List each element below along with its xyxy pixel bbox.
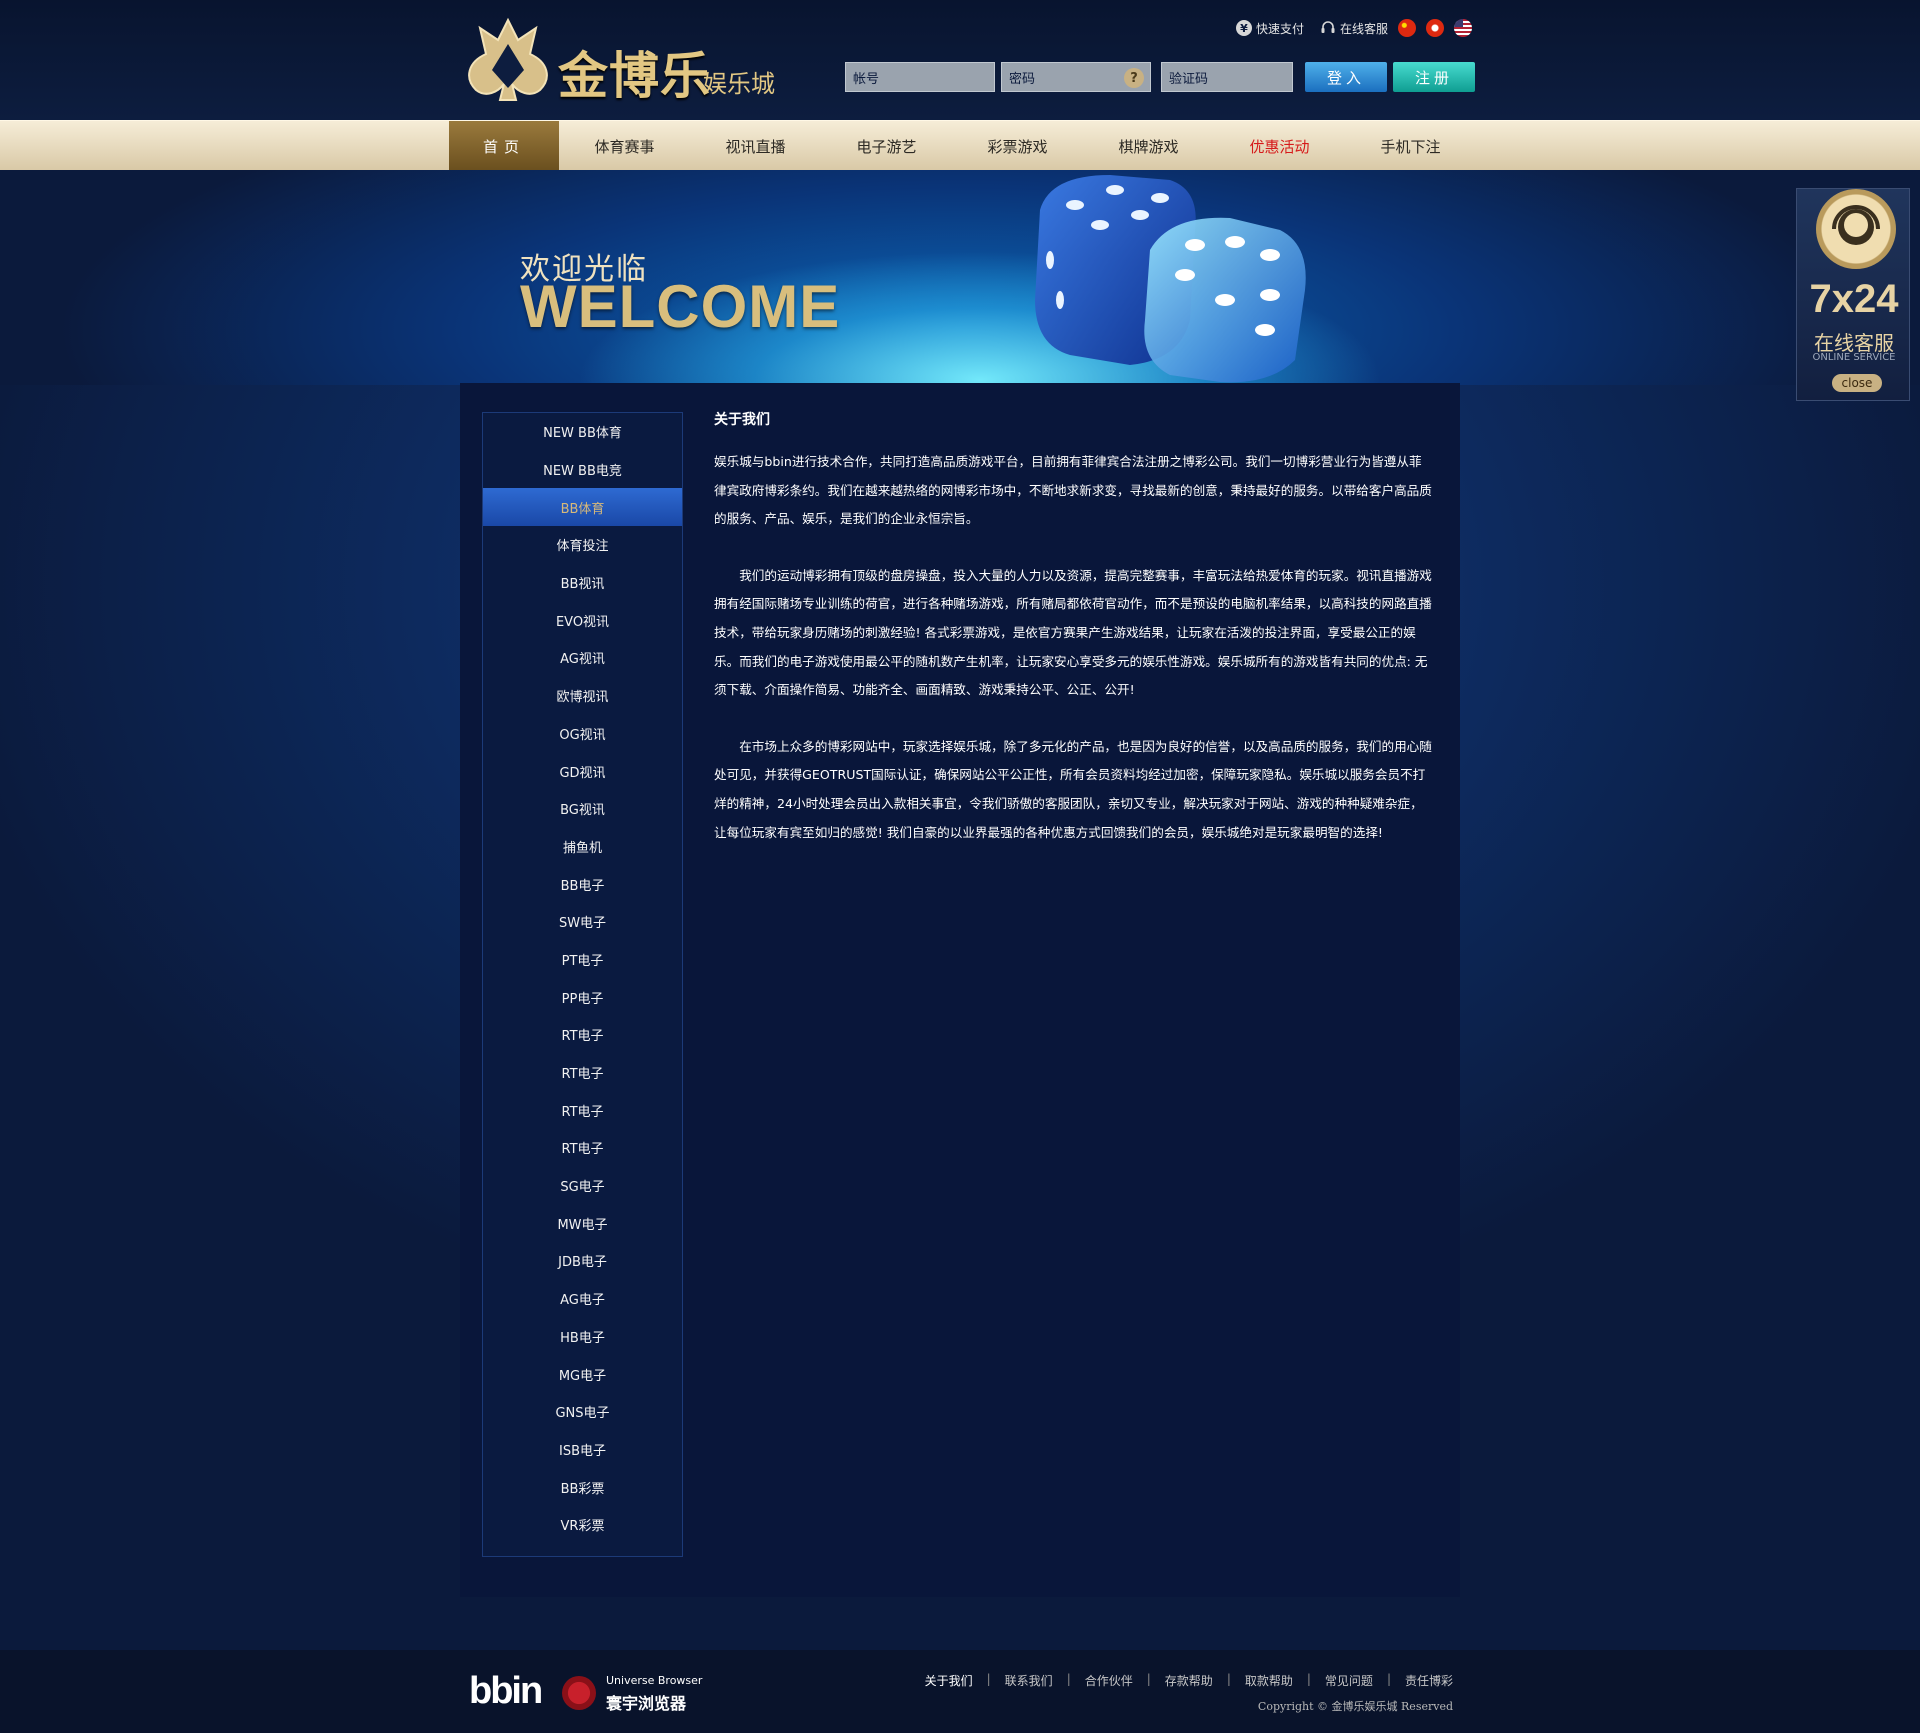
nav-board-games[interactable]: 棋牌游戏 (1083, 121, 1214, 171)
footer-link-about[interactable]: 关于我们 (925, 1672, 973, 1689)
logo-main-text: 金博乐 (558, 46, 711, 105)
footer-link-contact[interactable]: 联系我们 (1005, 1672, 1053, 1689)
sidebar-item[interactable]: EVO视讯 (483, 601, 682, 639)
account-input[interactable]: 帐号 (845, 62, 995, 92)
footer-links: 关于我们 | 联系我们 | 合作伙伴 | 存款帮助 | 取款帮助 | 常见问题 … (925, 1672, 1453, 1689)
sidebar-item[interactable]: SW电子 (483, 903, 682, 941)
captcha-placeholder: 验证码 (1169, 71, 1209, 87)
password-placeholder: 密码 (1009, 71, 1036, 87)
footer-link-partners[interactable]: 合作伙伴 (1085, 1672, 1133, 1689)
footer-link-faq[interactable]: 常见问题 (1325, 1672, 1373, 1689)
sidebar-item[interactable]: PT电子 (483, 941, 682, 979)
service-title-en: ONLINE SERVICE (1812, 352, 1896, 363)
sidebar-item[interactable]: OG视讯 (483, 715, 682, 753)
welcome-en-text: WELCOME (520, 273, 841, 340)
dice-image (1035, 175, 1306, 383)
sidebar-item[interactable]: RT电子 (483, 1129, 682, 1167)
site-header: 金博乐 娱乐城 ¥ 快速支付 在线客服 帐号 密码 ? 验证码 登入 注册 (0, 0, 1920, 120)
cn-flag-icon[interactable] (1398, 19, 1416, 37)
bbin-logo: bbin (469, 1670, 543, 1712)
main-nav: 首页 体育赛事 视讯直播 电子游艺 彩票游戏 棋牌游戏 优惠活动 手机下注 (0, 120, 1920, 171)
sidebar-item[interactable]: BB电子 (483, 865, 682, 903)
footer-link-deposit[interactable]: 存款帮助 (1165, 1672, 1213, 1689)
sidebar-item[interactable]: GNS电子 (483, 1393, 682, 1431)
sidebar-item[interactable]: NEW BB电竞 (483, 451, 682, 489)
nav-lottery[interactable]: 彩票游戏 (952, 121, 1083, 171)
nav-home[interactable]: 首页 (449, 121, 559, 171)
sidebar-item[interactable]: PP电子 (483, 978, 682, 1016)
site-logo[interactable]: 金博乐 娱乐城 (460, 14, 790, 106)
footer-link-responsible[interactable]: 责任博彩 (1405, 1672, 1453, 1689)
sidebar-item[interactable]: 欧博视讯 (483, 677, 682, 715)
about-paragraph-2: 我们的运动博彩拥有顶级的盘房操盘，投入大量的人力以及资源，提高完整赛事，丰富玩法… (714, 567, 1432, 698)
footer-link-withdraw[interactable]: 取款帮助 (1245, 1672, 1293, 1689)
about-content: 关于我们 娱乐城与bbin进行技术合作，共同打造高品质游戏平台，目前拥有菲律宾合… (714, 410, 1434, 875)
password-input[interactable]: 密码 ? (1001, 62, 1151, 92)
sidebar-item[interactable]: 体育投注 (483, 526, 682, 564)
sidebar-item[interactable]: GD视讯 (483, 752, 682, 790)
footer-separator: | (1226, 1672, 1231, 1686)
sidebar-item[interactable]: 捕鱼机 (483, 828, 682, 866)
universe-browser-icon[interactable] (562, 1676, 596, 1710)
spade-crown-icon (468, 17, 548, 101)
headset-icon (1321, 21, 1335, 33)
game-sidebar: NEW BB体育 NEW BB电竞 BB体育 体育投注 BB视讯 EVO视讯 A… (482, 412, 683, 1557)
page-title: 关于我们 (714, 412, 770, 428)
sidebar-item[interactable]: NEW BB体育 (483, 413, 682, 451)
nav-slots[interactable]: 电子游艺 (821, 121, 952, 171)
welcome-banner: 欢迎光临 WELCOME (0, 170, 1920, 385)
account-placeholder: 帐号 (853, 71, 880, 87)
universe-browser-en[interactable]: Universe Browser (606, 1674, 702, 1687)
sidebar-item[interactable]: VR彩票 (483, 1506, 682, 1544)
help-icon[interactable]: ? (1124, 68, 1144, 88)
login-button[interactable]: 登入 (1305, 62, 1387, 92)
sidebar-item[interactable]: BB视讯 (483, 564, 682, 602)
footer-separator: | (1306, 1672, 1311, 1686)
sidebar-item[interactable]: AG视讯 (483, 639, 682, 677)
sidebar-item[interactable]: MG电子 (483, 1355, 682, 1393)
footer-separator: | (1066, 1672, 1071, 1686)
quick-pay-link[interactable]: ¥ 快速支付 (1235, 20, 1304, 37)
yen-icon: ¥ (1235, 20, 1252, 36)
sidebar-item[interactable]: HB电子 (483, 1318, 682, 1356)
logo-sub-text: 娱乐城 (703, 70, 775, 98)
footer-separator: | (1146, 1672, 1151, 1686)
hk-flag-icon[interactable] (1426, 19, 1444, 37)
sidebar-item[interactable]: RT电子 (483, 1091, 682, 1129)
sidebar-item-active[interactable]: BB体育 (483, 488, 682, 527)
footer-separator: | (1386, 1672, 1391, 1686)
sidebar-item[interactable]: BG视讯 (483, 790, 682, 828)
nav-promotions[interactable]: 优惠活动 (1214, 121, 1345, 171)
sidebar-item[interactable]: SG电子 (483, 1167, 682, 1205)
agent-avatar-icon (1816, 189, 1896, 269)
footer-separator: | (986, 1672, 991, 1686)
copyright-text: Copyright © 金博乐娱乐城 Reserved (1257, 1700, 1453, 1713)
sidebar-item[interactable]: JDB电子 (483, 1242, 682, 1280)
sidebar-item[interactable]: ISB电子 (483, 1431, 682, 1469)
online-service-link[interactable]: 在线客服 (1320, 20, 1388, 37)
online-service-float[interactable]: 7x24 在线客服 ONLINE SERVICE close (1796, 188, 1910, 401)
about-paragraph-1: 娱乐城与bbin进行技术合作，共同打造高品质游戏平台，目前拥有菲律宾合法注册之博… (714, 454, 1432, 527)
online-service-label: 在线客服 (1339, 21, 1388, 36)
sidebar-item[interactable]: BB彩票 (483, 1468, 682, 1506)
captcha-input[interactable]: 验证码 (1161, 62, 1293, 92)
sidebar-item[interactable]: MW电子 (483, 1204, 682, 1242)
sidebar-item[interactable]: RT电子 (483, 1054, 682, 1092)
close-button[interactable]: close (1832, 374, 1882, 392)
site-footer: bbin Universe Browser 寰宇浏览器 关于我们 | 联系我们 … (0, 1650, 1920, 1733)
service-hours: 7x24 (1809, 277, 1899, 321)
quick-pay-label: 快速支付 (1255, 21, 1304, 36)
login-form: 帐号 密码 ? 验证码 登入 注册 (845, 62, 1475, 92)
sidebar-item[interactable]: RT电子 (483, 1016, 682, 1054)
nav-live-casino[interactable]: 视讯直播 (690, 121, 821, 171)
nav-mobile[interactable]: 手机下注 (1345, 121, 1476, 171)
us-flag-icon[interactable] (1454, 19, 1472, 37)
universe-browser-cn[interactable]: 寰宇浏览器 (606, 1690, 686, 1714)
register-button[interactable]: 注册 (1393, 62, 1475, 92)
about-paragraph-3: 在市场上众多的博彩网站中，玩家选择娱乐城，除了多元化的产品，也是因为良好的信誉，… (714, 738, 1432, 840)
topbar: ¥ 快速支付 在线客服 (1235, 17, 1472, 39)
sidebar-item[interactable]: AG电子 (483, 1280, 682, 1318)
main-panel: NEW BB体育 NEW BB电竞 BB体育 体育投注 BB视讯 EVO视讯 A… (460, 383, 1460, 1597)
nav-sports[interactable]: 体育赛事 (559, 121, 690, 171)
